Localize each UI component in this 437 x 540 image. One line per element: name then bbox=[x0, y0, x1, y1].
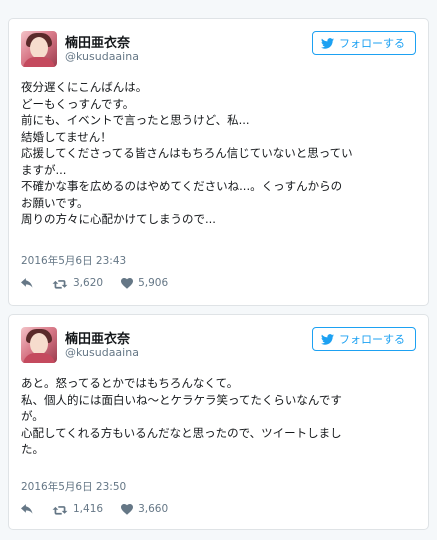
twitter-bird-icon bbox=[321, 37, 334, 49]
like-button[interactable]: 3,660 bbox=[121, 503, 168, 515]
retweet-icon bbox=[52, 505, 68, 515]
tweet-text: 夜分遅くにこんばんは。 どーもくっすんです。 前にも、イベントで言ったと思うけど… bbox=[21, 79, 418, 228]
twitter-bird-icon bbox=[321, 333, 334, 345]
timestamp[interactable]: 2016年5月6日 23:50 bbox=[21, 479, 126, 494]
avatar-face bbox=[30, 37, 48, 59]
tweet-text-line: 心配してくれる方もいるんだなと思ったので、ツイートしまし bbox=[21, 425, 342, 440]
like-count: 5,906 bbox=[138, 277, 169, 289]
reply-icon bbox=[21, 503, 33, 514]
retweet-button[interactable]: 3,620 bbox=[52, 277, 103, 289]
tweet-screenshot: 楠田亜衣奈 @kusudaaina フォローする 夜分遅くにこんばんは。 どーも… bbox=[0, 0, 437, 540]
tweet-text-line: ますが... bbox=[21, 162, 67, 177]
tweet-text-line: た。 bbox=[21, 442, 44, 456]
tweet-text-line: お願いです。 bbox=[21, 195, 89, 210]
tweet-card: 楠田亜衣奈 @kusudaaina フォローする あと。怒ってるとかではもちろん… bbox=[8, 314, 429, 530]
tweet-text-line: 前にも、イベントで言ったと思うけど、私... bbox=[21, 113, 250, 127]
follow-button[interactable]: フォローする bbox=[312, 327, 416, 351]
avatar-face bbox=[30, 333, 48, 355]
avatar[interactable] bbox=[21, 31, 57, 67]
reply-button[interactable] bbox=[21, 503, 34, 515]
tweet-text-line: 不確かな事を広めるのはやめてくださいね...。くっすんからの bbox=[21, 179, 343, 193]
heart-icon bbox=[121, 503, 134, 515]
retweet-count: 3,620 bbox=[73, 277, 104, 289]
avatar-shoulder bbox=[23, 57, 55, 67]
display-name[interactable]: 楠田亜衣奈 bbox=[65, 32, 130, 51]
heart-icon bbox=[121, 277, 134, 289]
tweet-card: 楠田亜衣奈 @kusudaaina フォローする 夜分遅くにこんばんは。 どーも… bbox=[8, 18, 429, 306]
tweet-text: あと。怒ってるとかではもちろんなくて。 私、個人的には面白いね〜とケラケラ笑って… bbox=[21, 375, 418, 458]
tweet-text-line: あと。怒ってるとかではもちろんなくて。 bbox=[21, 376, 239, 390]
retweet-count: 1,416 bbox=[73, 503, 104, 515]
follow-button[interactable]: フォローする bbox=[312, 31, 416, 55]
avatar-shoulder bbox=[23, 353, 55, 363]
tweet-actions: 3,620 5,906 bbox=[21, 277, 186, 289]
display-name[interactable]: 楠田亜衣奈 bbox=[65, 328, 130, 347]
screen-name[interactable]: @kusudaaina bbox=[65, 50, 139, 63]
screen-name[interactable]: @kusudaaina bbox=[65, 346, 139, 359]
avatar[interactable] bbox=[21, 327, 57, 363]
tweet-text-line: が。 bbox=[21, 409, 44, 423]
like-count: 3,660 bbox=[138, 503, 169, 515]
timestamp[interactable]: 2016年5月6日 23:43 bbox=[21, 253, 126, 268]
follow-label: フォローする bbox=[339, 333, 405, 346]
tweet-text-line: 夜分遅くにこんばんは。 bbox=[21, 80, 148, 94]
tweet-text-line: 周りの方々に心配かけてしまうので... bbox=[21, 212, 216, 226]
tweet-text-line: 応援してくださってる皆さんはもちろん信じていないと思ってい bbox=[21, 146, 353, 160]
tweet-text-line: どーもくっすんです。 bbox=[21, 96, 135, 111]
reply-icon bbox=[21, 277, 33, 288]
reply-button[interactable] bbox=[21, 277, 34, 289]
tweet-actions: 1,416 3,660 bbox=[21, 503, 186, 515]
retweet-button[interactable]: 1,416 bbox=[52, 503, 103, 515]
retweet-icon bbox=[52, 279, 68, 289]
like-button[interactable]: 5,906 bbox=[121, 277, 168, 289]
tweet-text-line: 結婚してません！ bbox=[21, 129, 112, 144]
follow-label: フォローする bbox=[339, 37, 405, 50]
tweet-text-line: 私、個人的には面白いね〜とケラケラ笑ってたくらいなんです bbox=[21, 392, 342, 407]
